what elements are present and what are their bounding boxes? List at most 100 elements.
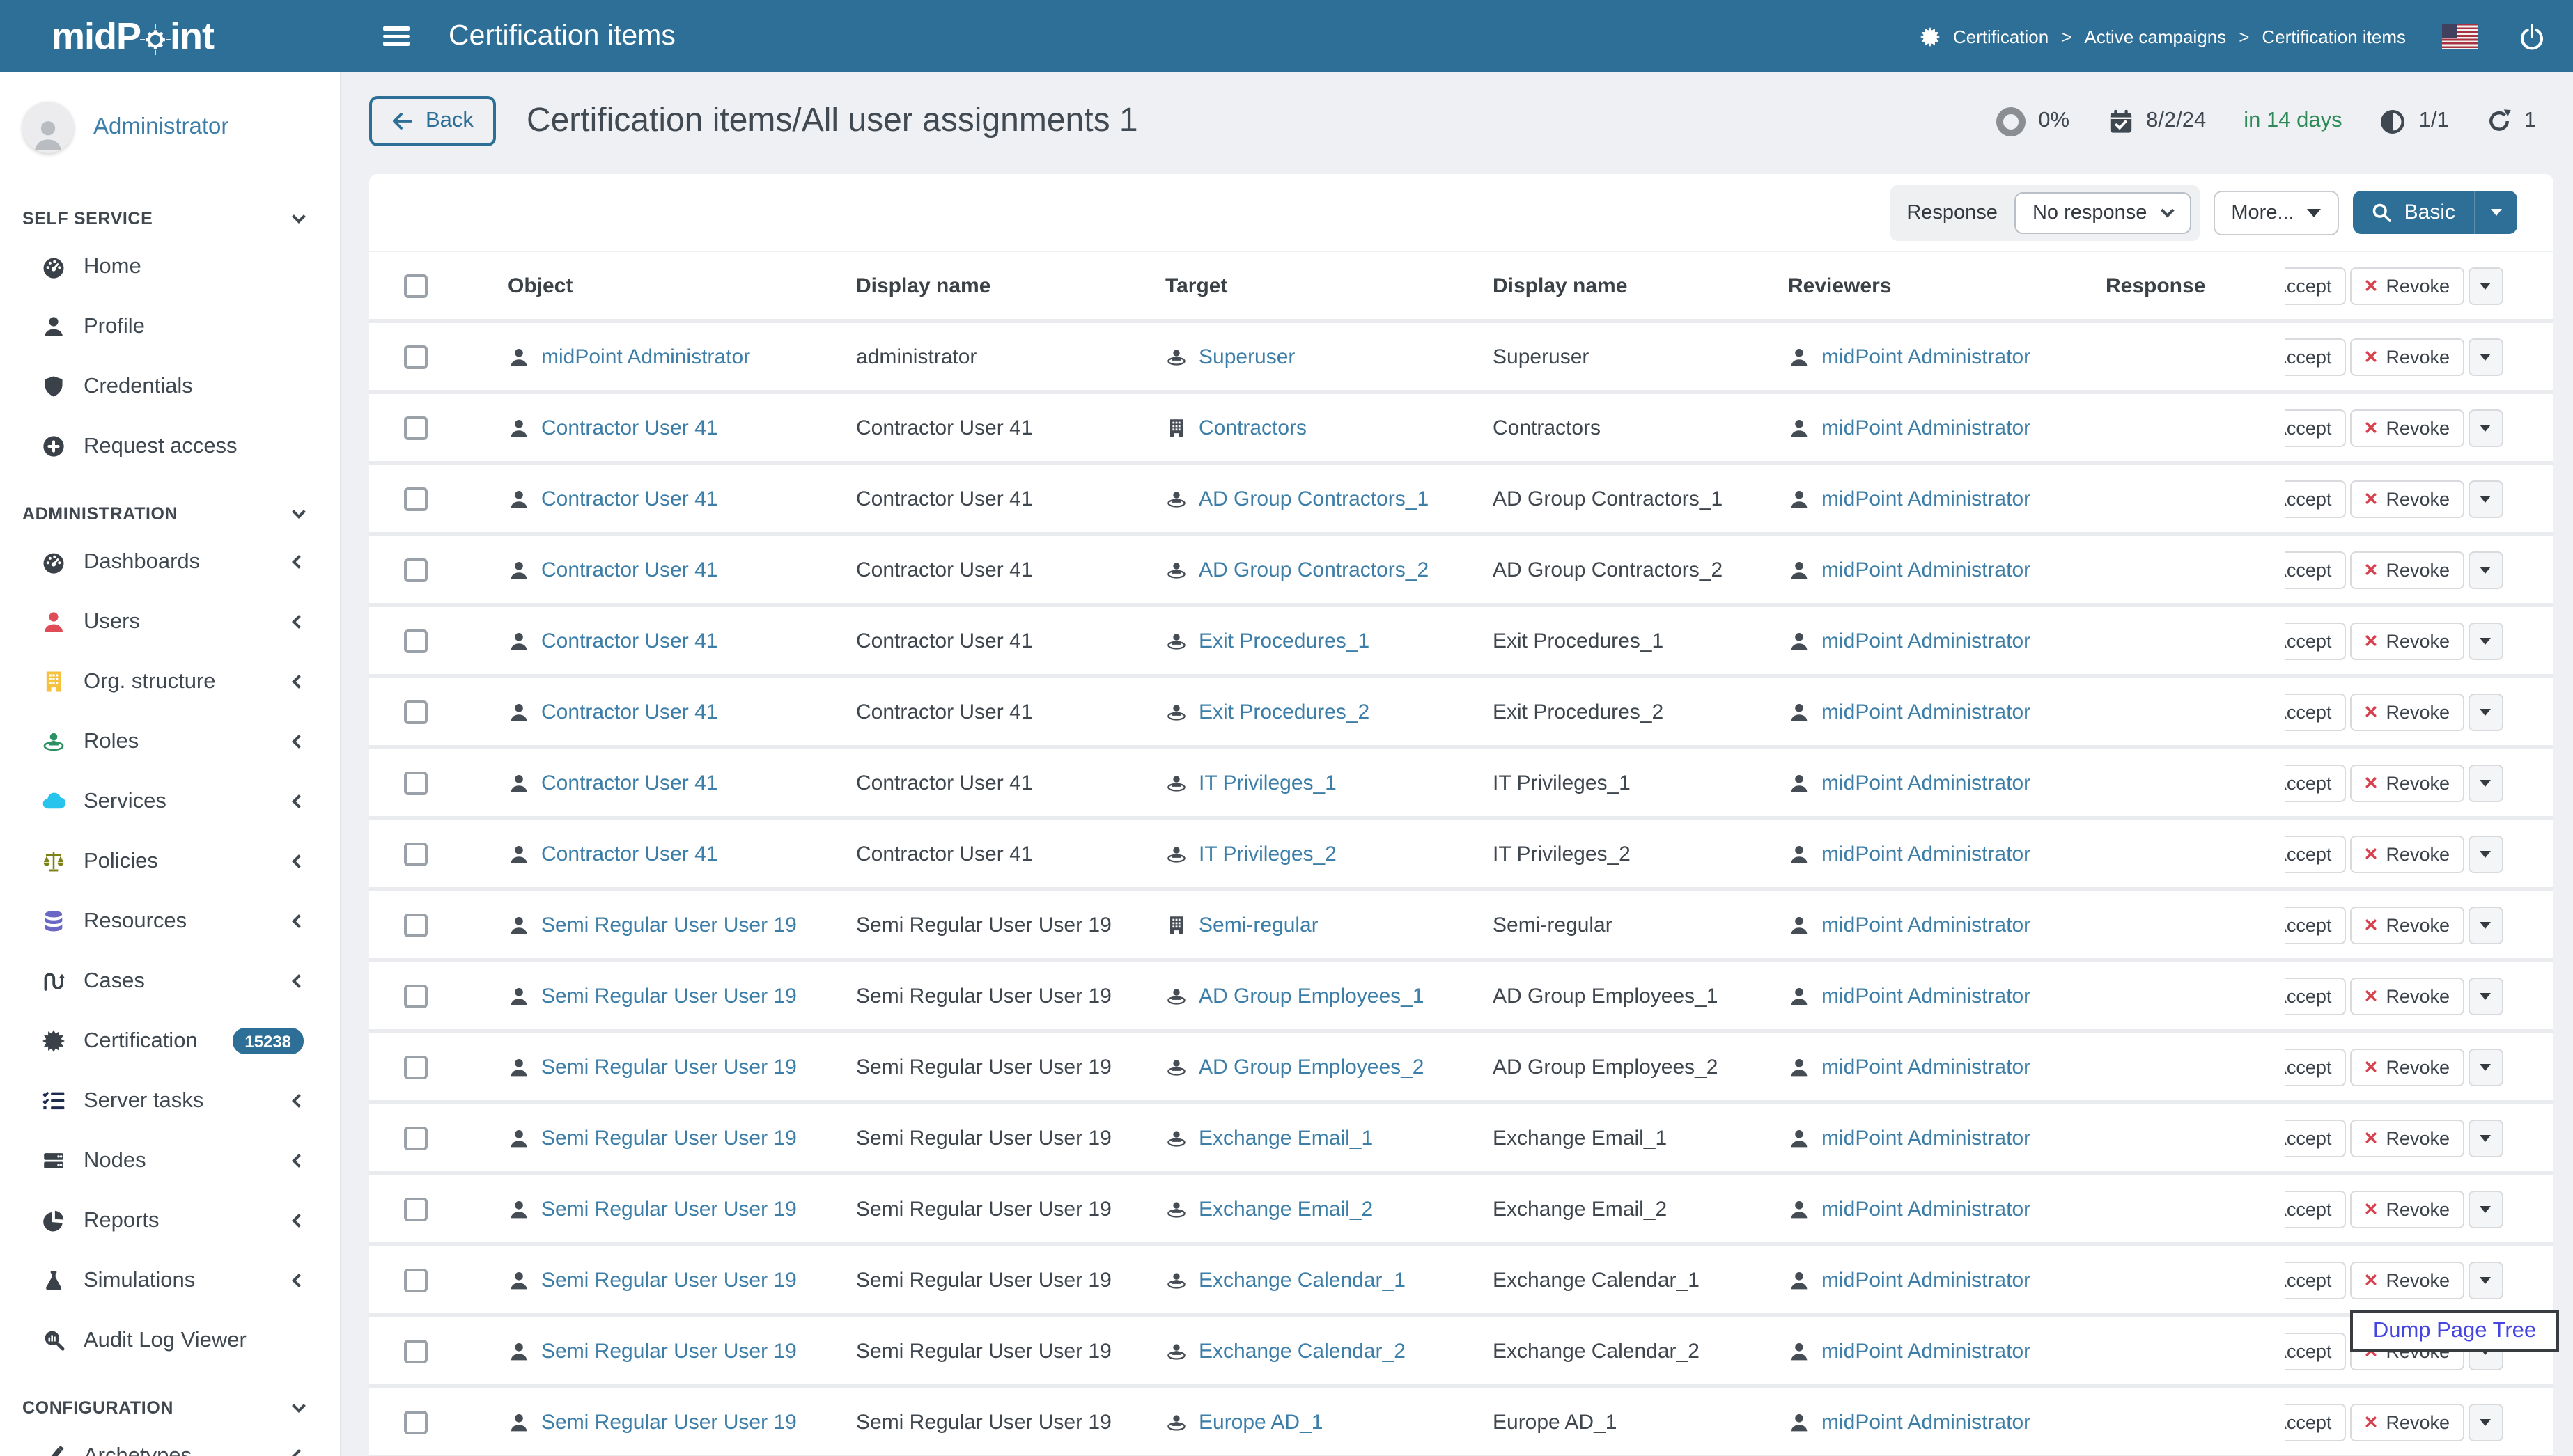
column-header-reviewers[interactable]: Reviewers — [1771, 274, 2089, 297]
row-more-actions-button[interactable] — [2468, 1119, 2503, 1157]
sidebar-item-home[interactable]: Home — [0, 237, 340, 297]
row-checkbox[interactable] — [403, 842, 427, 866]
reviewer-link[interactable]: midPoint Administrator — [1821, 1339, 2030, 1363]
us-flag-language-icon[interactable] — [2442, 24, 2478, 49]
row-checkbox[interactable] — [403, 487, 427, 510]
column-header-object[interactable]: Object — [491, 274, 839, 297]
reviewer-link[interactable]: midPoint Administrator — [1821, 1126, 2030, 1150]
row-checkbox[interactable] — [403, 771, 427, 794]
sidebar-item-dashboards[interactable]: Dashboards — [0, 532, 340, 592]
row-revoke-button[interactable]: Revoke — [2349, 1261, 2464, 1299]
breadcrumb-item-certification-items[interactable]: Certification items — [2262, 26, 2406, 47]
sidebar-item-credentials[interactable]: Credentials — [0, 357, 340, 416]
sidebar-item-users[interactable]: Users — [0, 592, 340, 652]
row-accept-button[interactable]: Accept — [2284, 622, 2346, 659]
row-checkbox[interactable] — [403, 1055, 427, 1079]
target-link[interactable]: Semi-regular — [1199, 913, 1319, 937]
sidebar-item-archetypes[interactable]: Archetypes — [0, 1426, 340, 1456]
target-link[interactable]: Contractors — [1199, 416, 1307, 439]
target-link[interactable]: Exchange Calendar_2 — [1199, 1339, 1406, 1363]
reviewer-link[interactable]: midPoint Administrator — [1821, 1268, 2030, 1292]
row-accept-button[interactable]: Accept — [2284, 835, 2346, 872]
row-revoke-button[interactable]: Revoke — [2349, 835, 2464, 872]
row-revoke-button[interactable]: Revoke — [2349, 409, 2464, 446]
bulk-more-actions-button[interactable] — [2468, 267, 2503, 304]
row-revoke-button[interactable]: Revoke — [2349, 1403, 2464, 1441]
object-link[interactable]: Semi Regular User User 19 — [541, 1339, 797, 1363]
row-more-actions-button[interactable] — [2468, 622, 2503, 659]
row-checkbox[interactable] — [403, 1197, 427, 1221]
object-link[interactable]: Contractor User 41 — [541, 487, 717, 510]
row-more-actions-button[interactable] — [2468, 977, 2503, 1015]
row-revoke-button[interactable]: Revoke — [2349, 1190, 2464, 1228]
sidebar-item-reports[interactable]: Reports — [0, 1191, 340, 1251]
object-link[interactable]: Semi Regular User User 19 — [541, 1126, 797, 1150]
dump-page-tree-button[interactable]: Dump Page Tree — [2350, 1310, 2559, 1352]
object-link[interactable]: Semi Regular User User 19 — [541, 1410, 797, 1434]
target-link[interactable]: Superuser — [1199, 345, 1295, 368]
row-accept-button[interactable]: Accept — [2284, 1332, 2346, 1370]
row-checkbox[interactable] — [403, 984, 427, 1008]
object-link[interactable]: midPoint Administrator — [541, 345, 750, 368]
object-link[interactable]: Semi Regular User User 19 — [541, 984, 797, 1008]
row-more-actions-button[interactable] — [2468, 1261, 2503, 1299]
search-mode-dropdown[interactable] — [2473, 191, 2517, 234]
row-checkbox[interactable] — [403, 416, 427, 439]
row-accept-button[interactable]: Accept — [2284, 977, 2346, 1015]
row-more-actions-button[interactable] — [2468, 480, 2503, 517]
bulk-revoke-button[interactable]: Revoke — [2349, 267, 2464, 304]
row-accept-button[interactable]: Accept — [2284, 480, 2346, 517]
target-link[interactable]: Europe AD_1 — [1199, 1410, 1323, 1434]
basic-search-button[interactable]: Basic — [2352, 191, 2517, 234]
sidebar-item-profile[interactable]: Profile — [0, 297, 340, 357]
row-accept-button[interactable]: Accept — [2284, 551, 2346, 588]
sidebar-item-certification[interactable]: Certification 15238 — [0, 1011, 340, 1071]
row-accept-button[interactable]: Accept — [2284, 906, 2346, 944]
object-link[interactable]: Contractor User 41 — [541, 771, 717, 794]
column-header-display-name[interactable]: Display name — [1476, 274, 1771, 297]
object-link[interactable]: Semi Regular User User 19 — [541, 1197, 797, 1221]
row-checkbox[interactable] — [403, 700, 427, 723]
object-link[interactable]: Semi Regular User User 19 — [541, 913, 797, 937]
row-more-actions-button[interactable] — [2468, 835, 2503, 872]
reviewer-link[interactable]: midPoint Administrator — [1821, 558, 2030, 581]
reviewer-link[interactable]: midPoint Administrator — [1821, 487, 2030, 510]
target-link[interactable]: IT Privileges_1 — [1199, 771, 1337, 794]
breadcrumb-item-certification[interactable]: Certification — [1953, 26, 2049, 47]
row-more-actions-button[interactable] — [2468, 764, 2503, 801]
column-header-display-name[interactable]: Display name — [839, 274, 1149, 297]
row-checkbox[interactable] — [403, 1339, 427, 1363]
select-all-checkbox[interactable] — [403, 274, 427, 297]
reviewer-link[interactable]: midPoint Administrator — [1821, 771, 2030, 794]
row-accept-button[interactable]: Accept — [2284, 1190, 2346, 1228]
sidebar-item-cases[interactable]: Cases — [0, 951, 340, 1011]
row-revoke-button[interactable]: Revoke — [2349, 764, 2464, 801]
row-more-actions-button[interactable] — [2468, 338, 2503, 375]
sidebar-item-org-structure[interactable]: Org. structure — [0, 652, 340, 712]
row-revoke-button[interactable]: Revoke — [2349, 1048, 2464, 1086]
column-header-response[interactable]: Response — [2089, 274, 2284, 297]
row-checkbox[interactable] — [403, 558, 427, 581]
row-checkbox[interactable] — [403, 1410, 427, 1434]
target-link[interactable]: IT Privileges_2 — [1199, 842, 1337, 866]
sidebar-toggle-button[interactable] — [383, 22, 410, 51]
row-revoke-button[interactable]: Revoke — [2349, 906, 2464, 944]
column-header-target[interactable]: Target — [1149, 274, 1476, 297]
target-link[interactable]: AD Group Employees_1 — [1199, 984, 1424, 1008]
sidebar-item-services[interactable]: Services — [0, 772, 340, 831]
section-header-self-service[interactable]: SELF SERVICE — [0, 201, 340, 237]
row-checkbox[interactable] — [403, 913, 427, 937]
reviewer-link[interactable]: midPoint Administrator — [1821, 416, 2030, 439]
row-revoke-button[interactable]: Revoke — [2349, 622, 2464, 659]
sidebar-item-audit-log-viewer[interactable]: Audit Log Viewer — [0, 1310, 340, 1370]
target-link[interactable]: Exit Procedures_2 — [1199, 700, 1369, 723]
row-accept-button[interactable]: Accept — [2284, 1403, 2346, 1441]
more-filters-button[interactable]: More... — [2213, 190, 2339, 235]
row-revoke-button[interactable]: Revoke — [2349, 551, 2464, 588]
row-accept-button[interactable]: Accept — [2284, 409, 2346, 446]
reviewer-link[interactable]: midPoint Administrator — [1821, 913, 2030, 937]
row-accept-button[interactable]: Accept — [2284, 1119, 2346, 1157]
logout-button[interactable] — [2519, 23, 2545, 49]
row-revoke-button[interactable]: Revoke — [2349, 977, 2464, 1015]
row-more-actions-button[interactable] — [2468, 1403, 2503, 1441]
